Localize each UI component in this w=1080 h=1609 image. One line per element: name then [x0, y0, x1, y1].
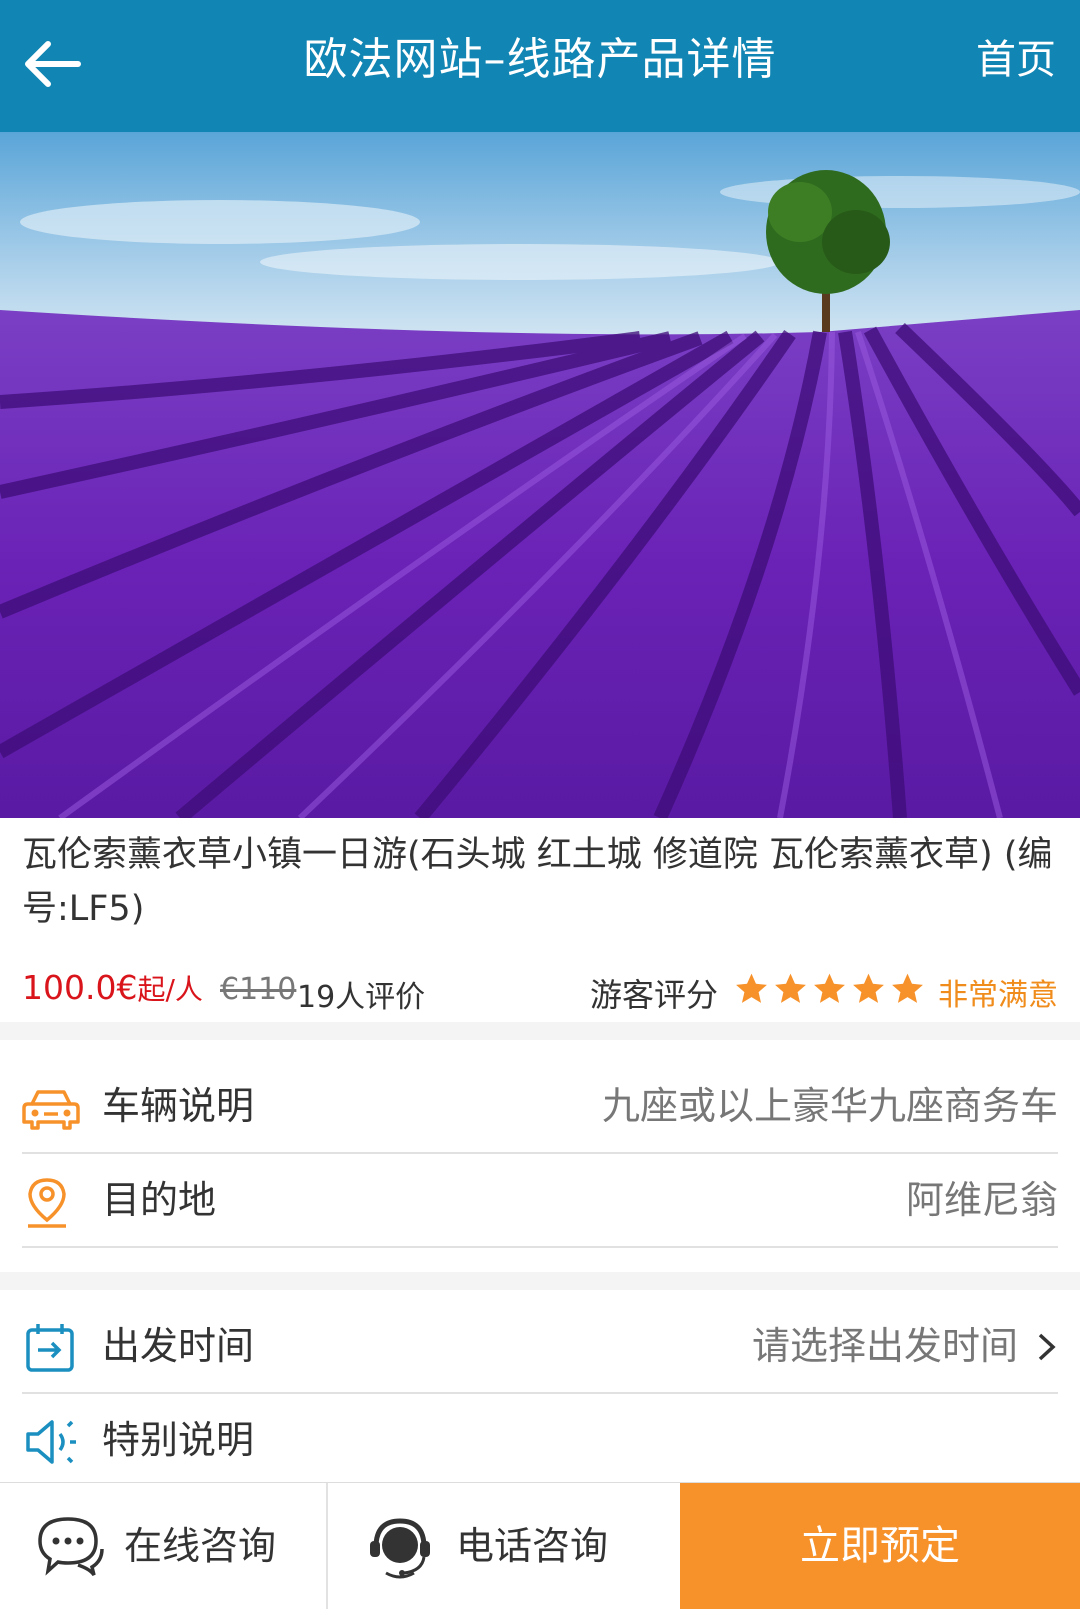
details-section: 车辆说明 九座或以上豪华九座商务车 目的地 阿维尼翁: [0, 1040, 1080, 1272]
online-consult-label: 在线咨询: [124, 1524, 277, 1568]
rating-label: 游客评分: [590, 976, 719, 1014]
price-amount: 100.0€: [22, 968, 138, 1007]
location-pin-icon: [28, 1178, 66, 1228]
rating-text: 非常满意: [938, 978, 1058, 1013]
bottom-action-bar: 在线咨询 电话咨询 立即预定: [0, 1482, 1080, 1609]
star-icon: [853, 973, 884, 1003]
detail-row-vehicle: 车辆说明 九座或以上豪华九座商务车: [22, 1060, 1058, 1154]
phone-consult-label: 电话咨询: [456, 1524, 609, 1568]
product-price: 100.0€起/人: [22, 968, 203, 1008]
detail-value: 阿维尼翁: [905, 1178, 1058, 1222]
headset-icon: [370, 1518, 430, 1579]
option-label: 特别说明: [102, 1418, 255, 1462]
star-icon: [892, 973, 923, 1003]
star-icon: [736, 973, 767, 1003]
detail-label: 车辆说明: [102, 1084, 255, 1128]
star-icon: [775, 973, 806, 1003]
original-price: €110: [220, 972, 297, 1007]
book-now-button[interactable]: 立即预定: [680, 1483, 1080, 1609]
page-title: 欧法网站–线路产品详情: [303, 34, 777, 85]
product-title: 瓦伦索薰衣草小镇一日游(石头城 红土城 修道院 瓦伦索薰衣草) (编号:LF5): [22, 835, 1053, 929]
speaker-icon: [26, 1420, 76, 1464]
detail-label: 目的地: [102, 1178, 217, 1222]
rating-stars: [733, 970, 926, 1010]
departure-time-placeholder: 请选择出发时间: [751, 1324, 1018, 1368]
detail-row-destination: 目的地 阿维尼翁: [22, 1154, 1058, 1248]
phone-consult-button[interactable]: 电话咨询: [328, 1483, 680, 1609]
home-link[interactable]: 首页: [976, 0, 1056, 120]
price-unit: 起/人: [137, 973, 203, 1006]
departure-time-row[interactable]: 出发时间 请选择出发时间: [22, 1300, 1058, 1394]
star-icon: [814, 973, 845, 1003]
product-hero-image: [0, 132, 1080, 818]
online-consult-button[interactable]: 在线咨询: [0, 1483, 328, 1609]
review-count[interactable]: 19人评价: [297, 972, 425, 1016]
car-icon: [22, 1090, 80, 1130]
chat-bubble-icon: [38, 1517, 104, 1577]
chevron-right-icon: [1038, 1333, 1056, 1361]
detail-value: 九座或以上豪华九座商务车: [601, 1084, 1058, 1128]
top-navigation-bar: 欧法网站–线路产品详情 首页: [0, 0, 1080, 132]
options-section: 出发时间 请选择出发时间 特别说明: [0, 1290, 1080, 1482]
calendar-icon: [26, 1324, 74, 1372]
option-label: 出发时间: [102, 1324, 255, 1368]
special-notes-row[interactable]: 特别说明: [22, 1394, 1058, 1486]
